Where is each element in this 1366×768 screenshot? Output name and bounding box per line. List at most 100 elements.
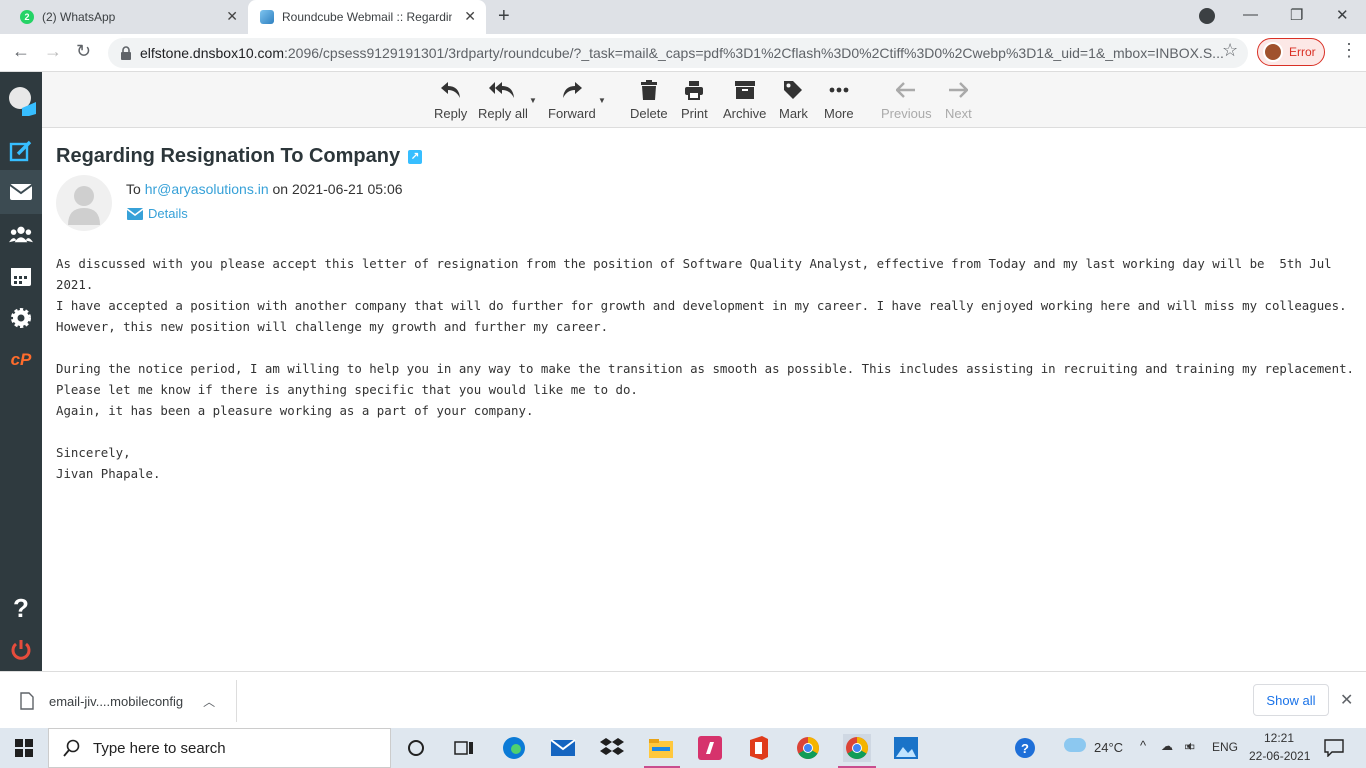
show-all-button[interactable]: Show all <box>1253 684 1329 716</box>
notifications-icon[interactable] <box>1320 734 1348 762</box>
weather-temp[interactable]: 24°C <box>1094 740 1123 755</box>
forward-dropdown-icon[interactable]: ▼ <box>598 96 606 105</box>
search-placeholder: Type here to search <box>93 739 226 757</box>
details-toggle[interactable]: Details <box>127 206 188 221</box>
download-bar: email-jiv....mobileconfig ︿ Show all ✕ <box>0 671 1366 727</box>
calendar-icon[interactable] <box>9 264 33 288</box>
reply-all-icon <box>488 78 517 102</box>
dropbox-icon[interactable] <box>598 734 626 762</box>
reload-icon[interactable]: ↻ <box>76 41 91 62</box>
mark-button[interactable]: Mark <box>779 78 808 121</box>
download-filename: email-jiv....mobileconfig <box>49 693 184 709</box>
slack-app-icon[interactable] <box>696 734 724 762</box>
close-icon[interactable]: ✕ <box>1340 690 1353 710</box>
url-host: elfstone.dnsbox10.com <box>140 45 284 61</box>
reply-button[interactable]: Reply <box>434 78 467 121</box>
search-icon <box>63 739 80 757</box>
reply-all-dropdown-icon[interactable]: ▼ <box>529 96 537 105</box>
logout-power-icon[interactable] <box>9 638 33 662</box>
more-dots-icon <box>829 78 849 102</box>
previous-button[interactable]: Previous <box>881 78 932 121</box>
delete-button[interactable]: Delete <box>630 78 668 121</box>
chrome-active-icon[interactable] <box>843 734 871 762</box>
svg-text:?: ? <box>1021 741 1029 756</box>
chevron-up-icon[interactable]: ︿ <box>203 693 215 710</box>
volume-icon[interactable]: 🔈︎ <box>1187 738 1195 754</box>
forward-icon[interactable]: → <box>44 41 62 62</box>
tab-search-icon[interactable] <box>1199 8 1215 24</box>
url-path: :2096/cpsess9129191301/3rdparty/roundcub… <box>283 45 1224 61</box>
close-window-button[interactable]: ✕ <box>1336 6 1349 24</box>
message-date: on 2021-06-21 05:06 <box>272 181 403 197</box>
settings-gear-icon[interactable] <box>9 306 33 330</box>
archive-box-icon <box>734 78 755 102</box>
recipient-link[interactable]: hr@aryasolutions.in <box>145 181 269 197</box>
taskbar-search[interactable]: Type here to search <box>48 728 391 768</box>
close-tab-icon[interactable]: ✕ <box>226 8 238 25</box>
language-indicator[interactable]: ENG <box>1212 740 1238 754</box>
mail-icon[interactable] <box>9 180 33 204</box>
roundcube-logo-icon[interactable] <box>6 84 38 116</box>
url-field[interactable]: elfstone.dnsbox10.com :2096/cpsess912919… <box>108 38 1248 68</box>
windows-taskbar: Type here to search ? 24°C ^ ☁ ▭ 🔈︎ ENG … <box>0 728 1366 768</box>
close-tab-icon[interactable]: ✕ <box>464 8 476 25</box>
page-title: Regarding Resignation To Company <box>56 145 401 167</box>
tab-roundcube[interactable]: Roundcube Webmail :: Regarding ✕ <box>248 0 486 34</box>
clock-time[interactable]: 12:21 <box>1264 731 1294 745</box>
open-in-new-window-icon[interactable]: ↗ <box>408 149 423 164</box>
bookmark-star-icon[interactable]: ☆ <box>1222 40 1238 61</box>
print-button[interactable]: Print <box>681 78 708 121</box>
restore-button[interactable]: ❐ <box>1290 6 1303 24</box>
new-tab-button[interactable]: + <box>498 5 510 28</box>
cortana-icon[interactable] <box>402 734 430 762</box>
message-toolbar: Reply Reply all ▼ Forward ▼ Delete Print… <box>42 72 1366 128</box>
contacts-icon[interactable] <box>9 222 33 246</box>
browser-menu-icon[interactable]: ⋮ <box>1340 40 1358 61</box>
recipient-line: To hr@aryasolutions.in on 2021-06-21 05:… <box>126 181 403 197</box>
roundcube-icon <box>260 10 274 24</box>
envelope-icon <box>127 207 143 220</box>
next-button[interactable]: Next <box>945 78 972 121</box>
forward-arrow-icon <box>561 78 583 102</box>
minimize-button[interactable]: — <box>1243 6 1258 23</box>
windows-start-icon[interactable] <box>10 734 38 762</box>
clock-date[interactable]: 22-06-2021 <box>1249 749 1310 763</box>
weather-cloud-icon[interactable] <box>1064 738 1086 752</box>
chrome-icon[interactable] <box>794 734 822 762</box>
message-body: As discussed with you please accept this… <box>56 256 1355 481</box>
arrow-left-icon <box>896 78 916 102</box>
tab-title: Roundcube Webmail :: Regarding <box>282 10 452 24</box>
help-tray-icon[interactable]: ? <box>1011 734 1039 762</box>
edge-icon[interactable] <box>500 734 528 762</box>
onedrive-cloud-icon[interactable]: ☁ <box>1161 739 1173 753</box>
compose-icon[interactable] <box>9 139 33 163</box>
file-icon <box>20 692 34 710</box>
photos-icon[interactable] <box>892 734 920 762</box>
tray-chevron-up-icon[interactable]: ^ <box>1140 738 1146 753</box>
browser-tab-strip: 2 (2) WhatsApp ✕ Roundcube Webmail :: Re… <box>0 0 1366 34</box>
profile-button[interactable]: Error <box>1257 38 1325 66</box>
whatsapp-icon: 2 <box>20 10 34 24</box>
address-bar-row: ← → ↻ elfstone.dnsbox10.com :2096/cpsess… <box>0 34 1366 72</box>
mail-app-icon[interactable] <box>549 734 577 762</box>
task-view-icon[interactable] <box>450 734 478 762</box>
more-button[interactable]: More <box>824 78 854 121</box>
avatar <box>56 175 112 231</box>
profile-status: Error <box>1289 45 1316 59</box>
arrow-right-icon <box>948 78 969 102</box>
tab-whatsapp[interactable]: 2 (2) WhatsApp ✕ <box>8 0 248 34</box>
download-item[interactable]: email-jiv....mobileconfig ︿ <box>20 680 237 722</box>
archive-button[interactable]: Archive <box>723 78 766 121</box>
forward-button[interactable]: Forward <box>548 78 596 121</box>
file-explorer-icon[interactable] <box>647 734 675 762</box>
message-subject: Regarding Resignation To Company ↗ <box>56 145 423 168</box>
lock-icon <box>121 46 131 60</box>
cpanel-icon[interactable]: cP <box>9 348 33 372</box>
app-sidebar: cP ? <box>0 72 42 671</box>
help-icon[interactable]: ? <box>9 593 33 623</box>
reply-all-button[interactable]: Reply all <box>478 78 528 121</box>
office-icon[interactable] <box>745 734 773 762</box>
back-icon[interactable]: ← <box>12 41 30 62</box>
avatar <box>1263 42 1283 62</box>
trash-icon <box>640 78 658 102</box>
